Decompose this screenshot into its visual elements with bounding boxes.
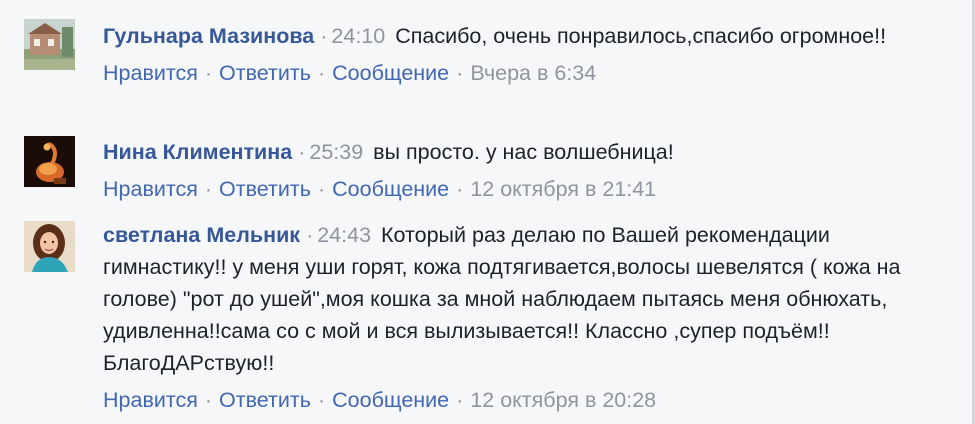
reply-link[interactable]: Ответить (219, 177, 311, 201)
comment-author[interactable]: светлана Мельник (103, 223, 300, 247)
separator-dot: · (317, 388, 326, 412)
separator-dot: · (298, 140, 306, 164)
photo-house-avatar[interactable] (24, 19, 75, 70)
comment-time[interactable]: 12 октября в 21:41 (470, 177, 656, 201)
reply-link[interactable]: Ответить (219, 388, 311, 412)
separator-dot: · (317, 177, 326, 201)
comment-text-block: Нина Климентина · 25:39 вы просто. у нас в… (103, 136, 923, 168)
comment-elapsed[interactable]: 24:43 (317, 223, 371, 247)
comment-author[interactable]: Гульнара Мазинова (103, 24, 314, 48)
separator-dot: · (306, 223, 314, 247)
comment-actions: Нравится · Ответить · Сообщение · 12 октября в… (103, 384, 923, 416)
comment-elapsed[interactable]: 25:39 (309, 140, 363, 164)
comment-text: вы просто. у нас волшебница! (373, 140, 674, 164)
comment-elapsed[interactable]: 24:10 (331, 24, 385, 48)
separator-dot: · (456, 388, 464, 412)
separator-dot: · (456, 61, 464, 85)
photo-woman-avatar[interactable] (24, 221, 75, 272)
comment-actions: Нравится · Ответить · Сообщение · 12 октября в… (103, 173, 923, 205)
separator-dot: · (204, 61, 213, 85)
separator-dot: · (456, 177, 464, 201)
comment-author[interactable]: Нина Климентина (103, 140, 292, 164)
comment-text-block: Гульнара Мазинова · 24:10 Спасибо, очень п… (103, 20, 923, 52)
separator-dot: · (317, 61, 326, 85)
message-link[interactable]: Сообщение (332, 388, 449, 412)
comment-text: Спасибо, очень понравилось,спасибо огром… (395, 24, 887, 48)
like-link[interactable]: Нравится (103, 177, 198, 201)
separator-dot: · (204, 177, 213, 201)
comment-text-block: светлана Мельник · 24:43 Который раз делаю… (103, 219, 923, 379)
comment-time[interactable]: Вчера в 6:34 (470, 61, 596, 85)
comment-actions: Нравится · Ответить · Сообщение · Вчера в 6:34 (103, 57, 923, 89)
separator-dot: · (204, 388, 213, 412)
comment-time[interactable]: 12 октября в 20:28 (470, 388, 656, 412)
message-link[interactable]: Сообщение (332, 61, 449, 85)
separator-dot: · (320, 24, 328, 48)
like-link[interactable]: Нравится (103, 388, 198, 412)
photo-flamingo-avatar[interactable] (24, 136, 75, 187)
reply-link[interactable]: Ответить (219, 61, 311, 85)
message-link[interactable]: Сообщение (332, 177, 449, 201)
like-link[interactable]: Нравится (103, 61, 198, 85)
